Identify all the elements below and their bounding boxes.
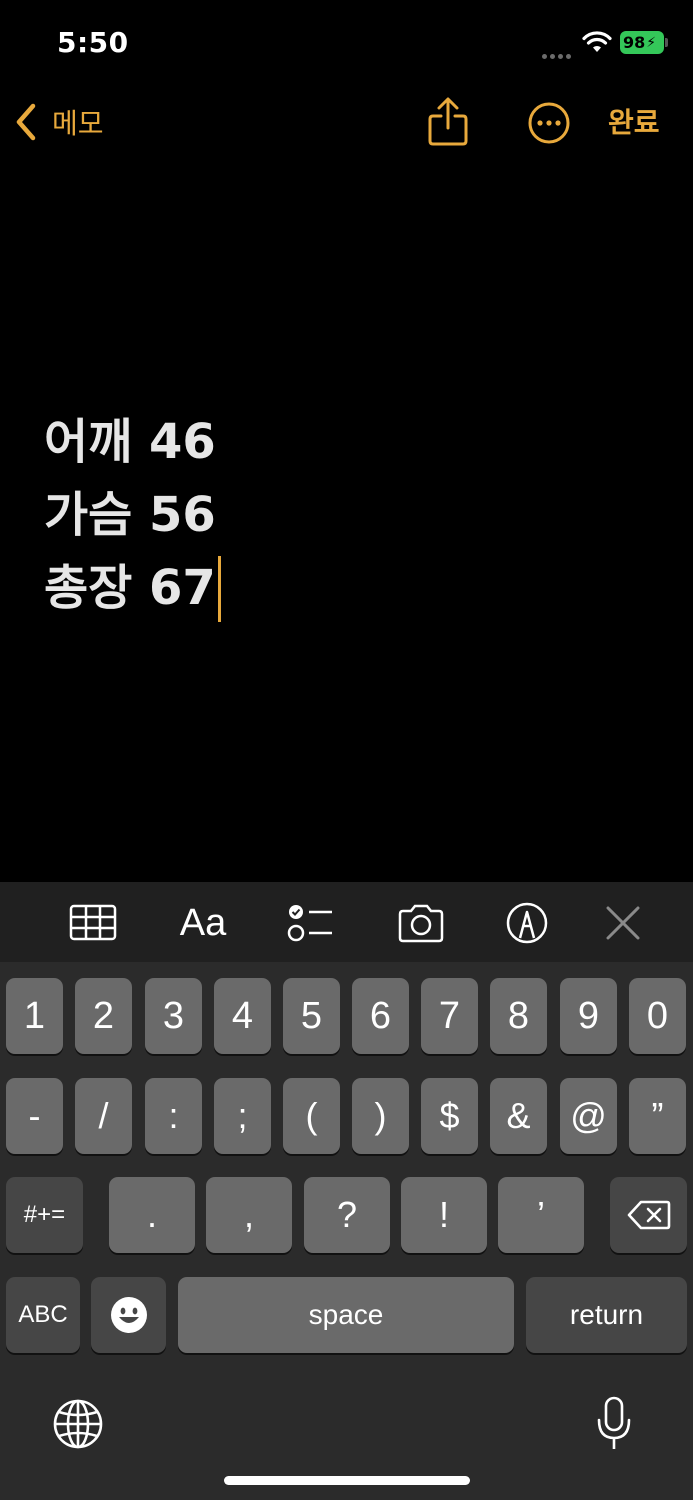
camera-icon[interactable] <box>396 902 446 944</box>
text-cursor <box>217 555 221 622</box>
text-format-button[interactable]: Aa <box>178 902 228 944</box>
key-left-paren[interactable]: ( <box>283 1078 340 1154</box>
more-options-icon[interactable] <box>527 101 571 145</box>
key-colon[interactable]: : <box>145 1078 202 1154</box>
share-icon[interactable] <box>426 96 470 148</box>
abc-key[interactable]: ABC <box>6 1277 80 1353</box>
return-key[interactable]: return <box>526 1277 687 1353</box>
note-line-text: 총장 67 <box>44 560 216 616</box>
wifi-icon <box>582 31 612 52</box>
key-semicolon[interactable]: ; <box>214 1078 271 1154</box>
globe-icon[interactable] <box>52 1398 104 1450</box>
checklist-icon[interactable] <box>285 902 335 944</box>
markup-pen-icon[interactable] <box>502 902 552 944</box>
key-3[interactable]: 3 <box>145 978 202 1054</box>
chevron-left-icon <box>16 103 36 141</box>
formatting-toolbar: Aa <box>0 882 693 962</box>
note-line-with-cursor: 총장 67 <box>44 552 221 625</box>
microphone-icon[interactable] <box>596 1396 632 1452</box>
space-key[interactable]: space <box>178 1277 514 1353</box>
key-slash[interactable]: / <box>75 1078 132 1154</box>
key-dollar[interactable]: $ <box>421 1078 478 1154</box>
note-line: 가슴 56 <box>44 487 216 543</box>
back-button[interactable]: 메모 <box>14 100 104 144</box>
cellular-signal-icon <box>542 44 576 59</box>
charging-bolt-icon: ⚡ <box>646 34 657 51</box>
emoji-key[interactable] <box>91 1277 166 1353</box>
key-question[interactable]: ? <box>304 1177 390 1253</box>
key-9[interactable]: 9 <box>560 978 617 1054</box>
back-label: 메모 <box>52 107 104 140</box>
key-hyphen[interactable]: - <box>6 1078 63 1154</box>
table-icon[interactable] <box>68 902 118 944</box>
battery-indicator: 98 ⚡ <box>620 31 664 54</box>
key-exclamation[interactable]: ! <box>401 1177 487 1253</box>
key-quote[interactable]: ” <box>629 1078 686 1154</box>
key-0[interactable]: 0 <box>629 978 686 1054</box>
more-symbols-key[interactable]: #+= <box>6 1177 83 1253</box>
key-5[interactable]: 5 <box>283 978 340 1054</box>
key-apostrophe[interactable]: ’ <box>498 1177 584 1253</box>
key-comma[interactable]: , <box>206 1177 292 1253</box>
close-keyboard-icon[interactable] <box>598 902 648 944</box>
status-time: 5:50 <box>57 26 129 59</box>
note-text-area[interactable]: 어깨 46 가슴 56 총장 67 <box>44 406 221 625</box>
key-7[interactable]: 7 <box>421 978 478 1054</box>
home-indicator[interactable] <box>224 1476 470 1485</box>
emoji-icon <box>110 1297 147 1333</box>
key-6[interactable]: 6 <box>352 978 409 1054</box>
key-ampersand[interactable]: & <box>490 1078 547 1154</box>
key-2[interactable]: 2 <box>75 978 132 1054</box>
done-button[interactable]: 완료 <box>608 101 660 141</box>
key-at[interactable]: @ <box>560 1078 617 1154</box>
key-1[interactable]: 1 <box>6 978 63 1054</box>
delete-key[interactable] <box>610 1177 687 1253</box>
key-4[interactable]: 4 <box>214 978 271 1054</box>
battery-level: 98 <box>623 33 646 52</box>
battery-tip <box>665 38 668 47</box>
key-period[interactable]: . <box>109 1177 195 1253</box>
key-right-paren[interactable]: ) <box>352 1078 409 1154</box>
backspace-icon <box>627 1200 670 1230</box>
key-8[interactable]: 8 <box>490 978 547 1054</box>
note-line: 어깨 46 <box>44 414 216 470</box>
